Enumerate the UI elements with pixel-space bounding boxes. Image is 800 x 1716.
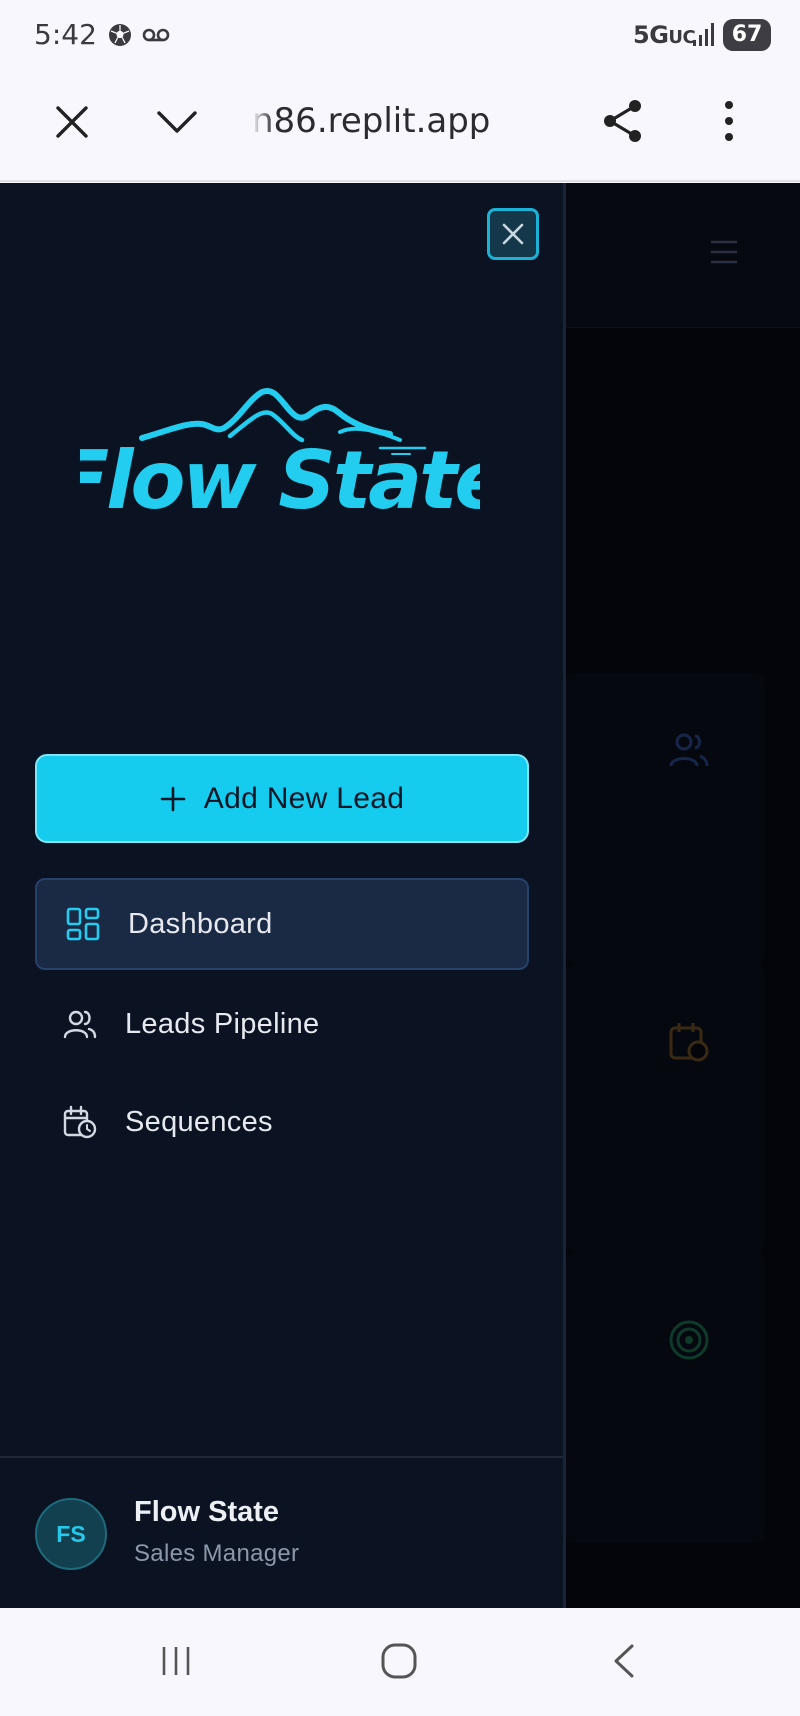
users-icon <box>669 733 709 767</box>
close-icon <box>502 223 524 245</box>
background-card <box>565 673 765 963</box>
more-options-icon[interactable] <box>712 96 746 146</box>
calendar-clock-icon <box>669 1023 709 1062</box>
background-header <box>565 183 800 328</box>
background-overlay[interactable] <box>565 183 800 1608</box>
status-time: 5:42 <box>34 18 97 51</box>
home-icon[interactable] <box>380 1642 418 1680</box>
calendar-clock-icon <box>63 1105 97 1139</box>
user-role: Sales Manager <box>134 1540 300 1567</box>
plus-icon <box>160 786 186 811</box>
add-new-lead-button[interactable]: Add New Lead <box>35 754 529 843</box>
voicemail-icon <box>142 28 170 42</box>
nav-label-dashboard: Dashboard <box>128 907 273 940</box>
users-icon <box>63 1010 97 1039</box>
background-card <box>565 963 765 1253</box>
status-bar: 5:42 5GUC 67 <box>0 0 800 70</box>
system-navigation-bar <box>0 1608 800 1716</box>
back-icon[interactable] <box>608 1642 638 1680</box>
app-viewport: Flow State Add New Lead Dashboard <box>0 183 800 1608</box>
user-profile[interactable]: FS Flow State Sales Manager <box>0 1456 563 1608</box>
chevron-down-icon[interactable] <box>154 102 200 142</box>
add-new-lead-label: Add New Lead <box>203 781 405 815</box>
nav-item-dashboard[interactable]: Dashboard <box>35 878 529 970</box>
side-drawer: Flow State Add New Lead Dashboard <box>0 183 566 1608</box>
nav-item-leads-pipeline[interactable]: Leads Pipeline <box>35 978 529 1070</box>
browser-toolbar: n86.replit.app <box>0 70 800 182</box>
nav-label-leads-pipeline: Leads Pipeline <box>125 1007 320 1040</box>
user-name: Flow State <box>134 1496 280 1528</box>
signal-icon <box>693 23 714 46</box>
soccer-ball-icon <box>109 24 131 46</box>
target-icon <box>669 1320 709 1360</box>
battery-indicator: 67 <box>723 19 771 51</box>
close-drawer-button[interactable] <box>487 208 539 260</box>
share-icon[interactable] <box>600 96 646 146</box>
recent-apps-icon[interactable] <box>158 1644 194 1678</box>
background-card <box>565 1253 765 1543</box>
close-tab-icon[interactable] <box>52 102 92 142</box>
network-indicator: 5GUC <box>633 21 696 49</box>
nav-item-sequences[interactable]: Sequences <box>35 1076 529 1168</box>
flow-state-logo: Flow State <box>80 388 480 518</box>
svg-text:Flow State: Flow State <box>80 434 480 518</box>
nav-label-sequences: Sequences <box>125 1105 273 1138</box>
address-bar[interactable]: n86.replit.app <box>252 96 492 146</box>
dashboard-icon <box>66 907 100 941</box>
avatar: FS <box>35 1498 107 1570</box>
menu-icon <box>711 240 737 264</box>
